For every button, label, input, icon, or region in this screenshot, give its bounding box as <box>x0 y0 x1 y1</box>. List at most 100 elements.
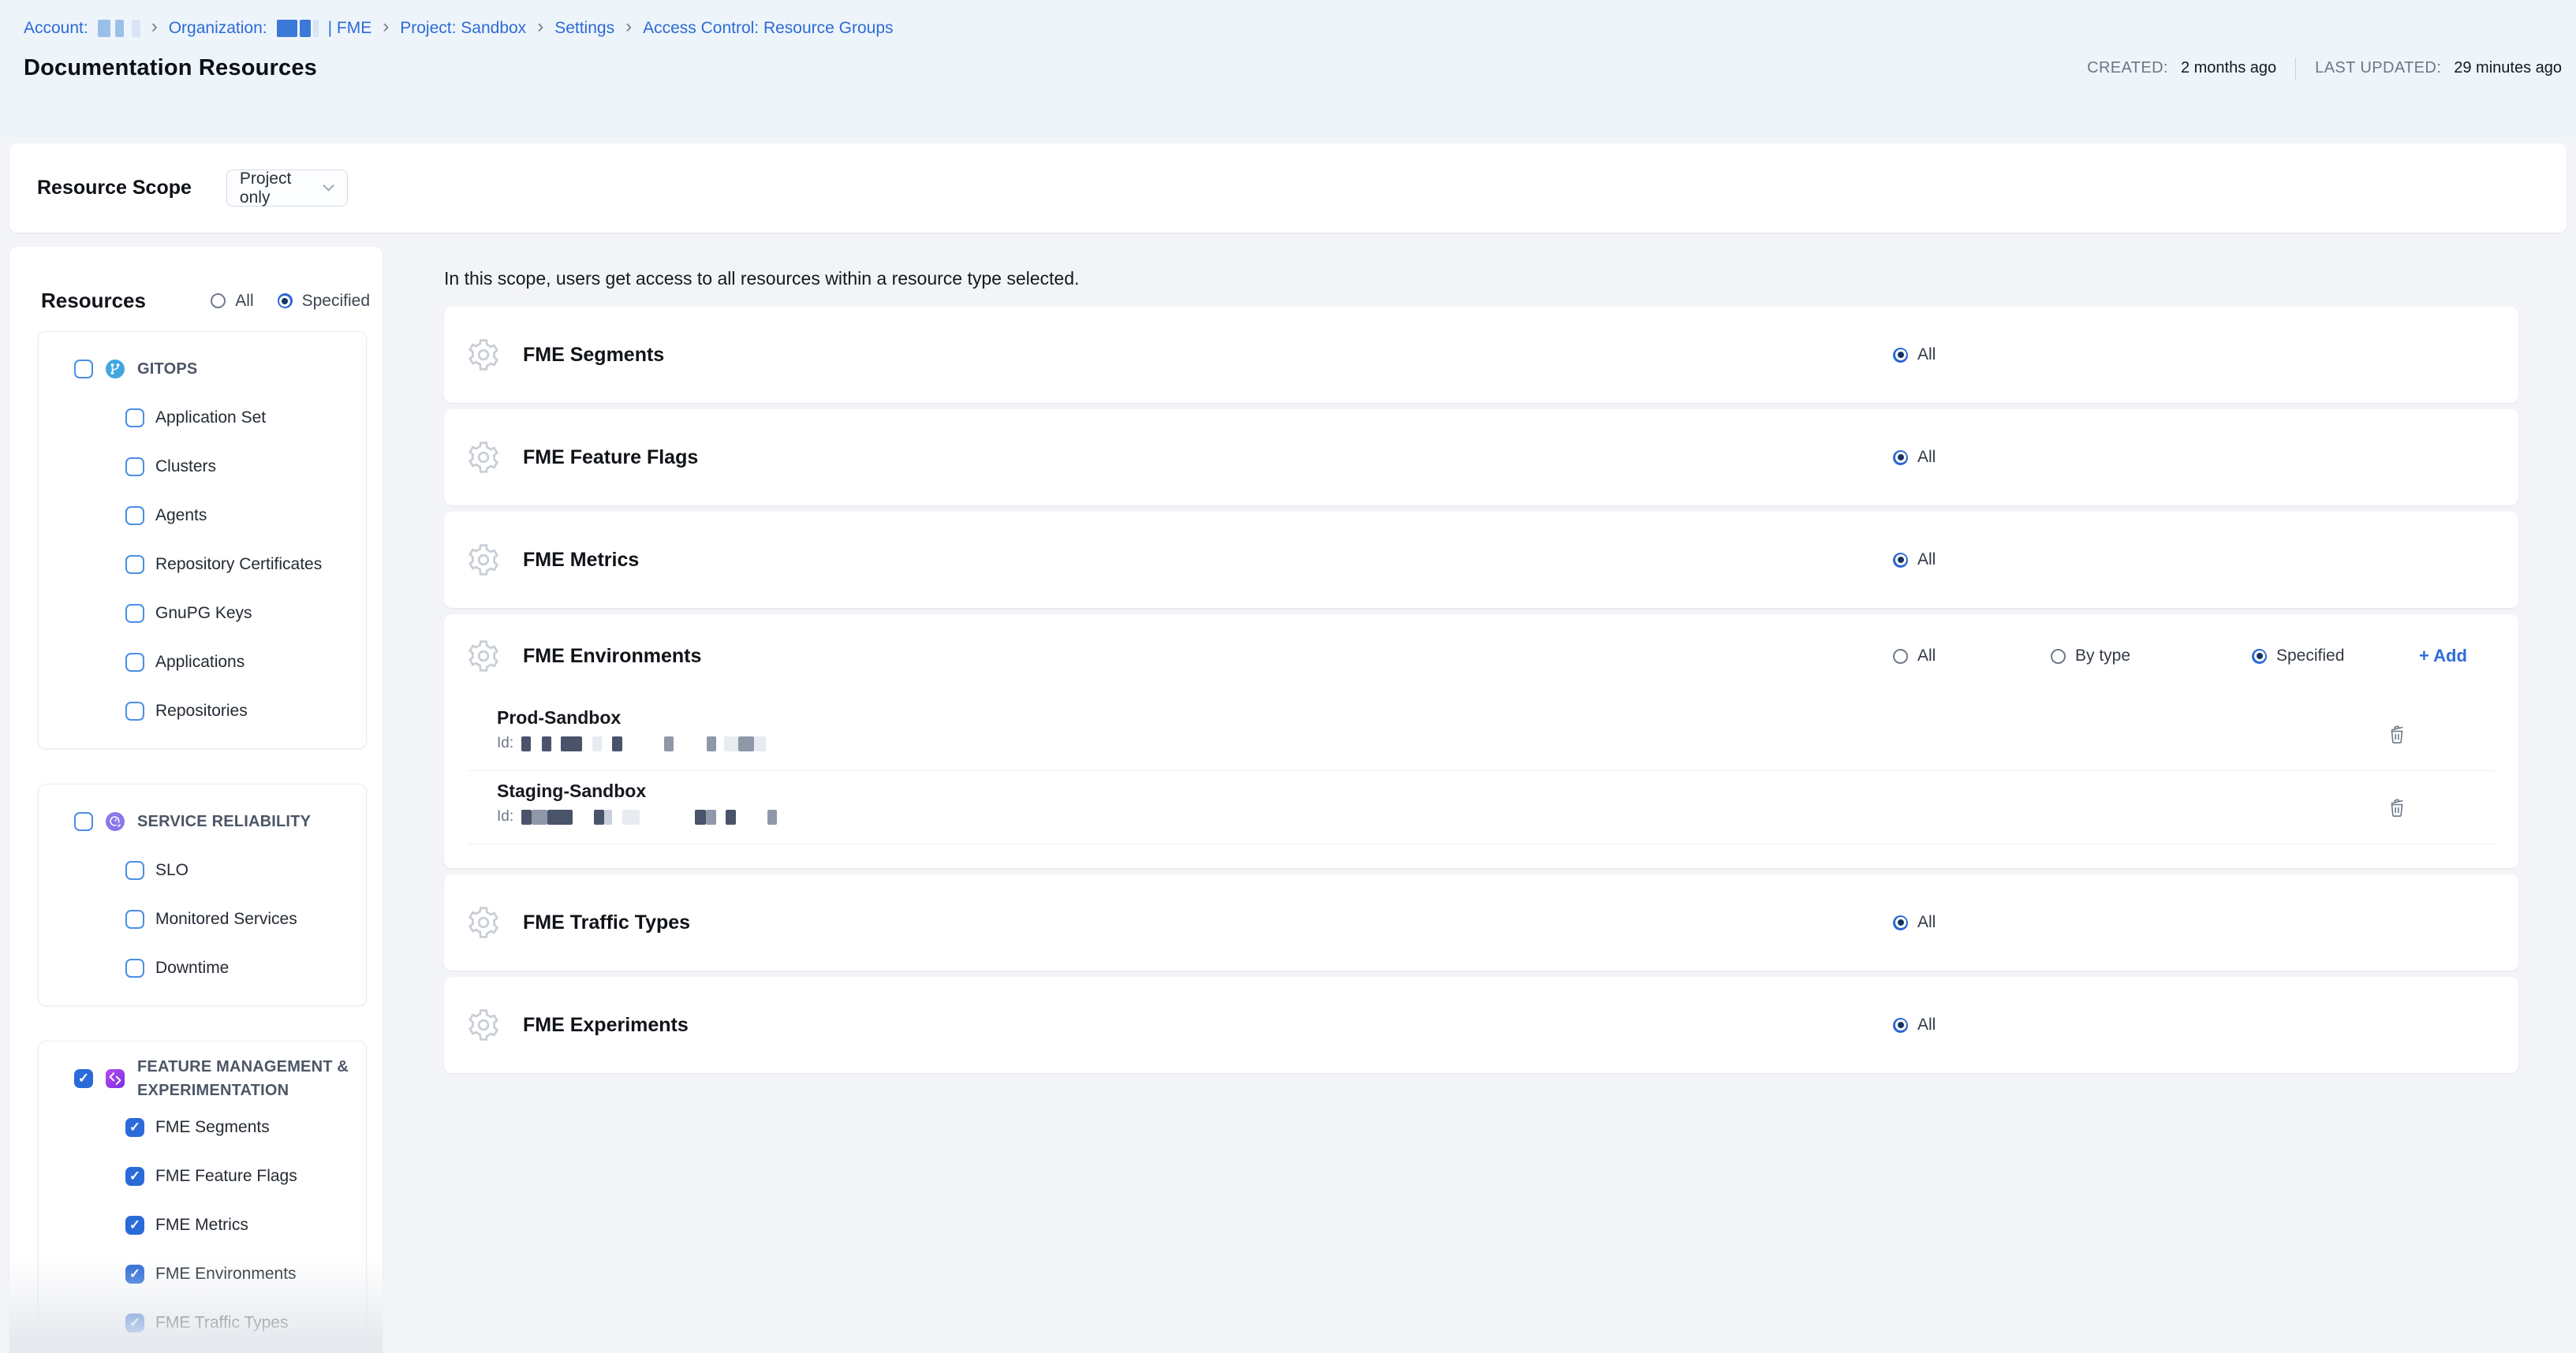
radio-option-all[interactable]: All <box>1893 647 2051 665</box>
sidebar-item-clusters[interactable]: Clusters <box>47 442 358 491</box>
radio-option-all[interactable]: All <box>1893 913 2051 932</box>
item-checkbox[interactable]: ✓ <box>125 1216 144 1235</box>
gear-icon <box>466 337 501 372</box>
item-checkbox[interactable] <box>125 959 144 978</box>
breadcrumb-link-settings[interactable]: Settings <box>554 19 614 38</box>
item-label: Downtime <box>155 959 229 978</box>
radio-option-all[interactable]: All <box>1893 345 2051 364</box>
radio-option-all[interactable]: All <box>211 292 253 311</box>
card-title: FME Metrics <box>523 549 639 572</box>
card-options: All <box>1893 307 2051 403</box>
delete-environment-button[interactable] <box>2387 724 2406 745</box>
dropdown-value: Project only <box>240 170 323 207</box>
radio-icon[interactable] <box>1893 649 1908 664</box>
trash-icon <box>2387 797 2406 818</box>
sidebar-item-applications[interactable]: Applications <box>47 638 358 687</box>
card-fme-feature-flags: FME Feature Flags All <box>444 409 2518 505</box>
resource-group-header[interactable]: GITOPS <box>47 345 358 393</box>
breadcrumb-link-organization[interactable]: Organization: <box>169 19 267 38</box>
breadcrumb-link-fme[interactable]: | FME <box>328 19 372 38</box>
sidebar-item-application-set[interactable]: Application Set <box>47 393 358 442</box>
radio-label: All <box>235 292 253 311</box>
sidebar-item-monitored-services[interactable]: Monitored Services <box>47 895 358 944</box>
add-environment-link[interactable]: + Add <box>2419 646 2467 666</box>
item-label: Applications <box>155 653 245 672</box>
radio-icon[interactable] <box>1893 348 1908 363</box>
resources-panel: Resources All Specified GITOPS Applicati… <box>9 247 383 1353</box>
sidebar-item-fme-environments[interactable]: ✓ FME Environments <box>47 1250 358 1299</box>
radio-icon[interactable] <box>278 293 293 308</box>
environment-id-label: Id: <box>497 808 513 826</box>
radio-option-by-type[interactable]: By type <box>2051 647 2252 665</box>
card-fme-segments: FME Segments All <box>444 307 2518 403</box>
item-label: Clusters <box>155 457 216 476</box>
radio-icon[interactable] <box>211 293 226 308</box>
created-value: 2 months ago <box>2181 59 2276 77</box>
item-checkbox[interactable] <box>125 702 144 721</box>
radio-option-all[interactable]: All <box>1893 550 2051 569</box>
radio-icon[interactable] <box>1893 915 1908 930</box>
meta-divider <box>2295 58 2296 80</box>
sidebar-item-agents[interactable]: Agents <box>47 491 358 540</box>
group-checkbox[interactable] <box>74 360 93 378</box>
resource-group-header[interactable]: ✓ FEATURE MANAGEMENT & EXPERIMENTATION <box>47 1054 358 1103</box>
page-title: Documentation Resources <box>24 55 317 81</box>
group-checkbox[interactable] <box>74 812 93 831</box>
sidebar-item-repositories[interactable]: Repositories <box>47 687 358 736</box>
resource-scope-dropdown[interactable]: Project only <box>226 170 348 207</box>
item-checkbox[interactable]: ✓ <box>125 1118 144 1137</box>
scope-description: In this scope, users get access to all r… <box>444 268 2518 289</box>
card-options: All <box>1893 512 2051 608</box>
radio-icon[interactable] <box>1893 450 1908 465</box>
redacted-prod_id <box>521 736 766 751</box>
radio-label: All <box>1917 550 1936 569</box>
breadcrumb: Account: › Organization: | FME › Project: San… <box>0 0 2576 44</box>
group-checkbox[interactable]: ✓ <box>74 1069 93 1088</box>
item-checkbox[interactable]: ✓ <box>125 1265 144 1284</box>
item-checkbox[interactable] <box>125 604 144 623</box>
resource-group-header[interactable]: SERVICE RELIABILITY <box>47 797 358 846</box>
sidebar-item-fme-traffic-types[interactable]: ✓ FME Traffic Types <box>47 1299 358 1347</box>
delete-environment-button[interactable] <box>2387 797 2406 818</box>
sidebar-item-fme-feature-flags[interactable]: ✓ FME Feature Flags <box>47 1152 358 1201</box>
item-checkbox[interactable] <box>125 555 144 574</box>
resource-scope-label: Resource Scope <box>37 177 192 199</box>
item-checkbox[interactable] <box>125 506 144 525</box>
sidebar-item-fme-segments[interactable]: ✓ FME Segments <box>47 1103 358 1152</box>
radio-icon[interactable] <box>2252 649 2267 664</box>
item-checkbox[interactable]: ✓ <box>125 1314 144 1332</box>
sidebar-item-slo[interactable]: SLO <box>47 846 358 895</box>
environment-name: Prod-Sandbox <box>497 707 2495 729</box>
breadcrumb-link-project-sandbox[interactable]: Project: Sandbox <box>400 19 526 38</box>
group-label: SERVICE RELIABILITY <box>137 810 358 833</box>
radio-option-all[interactable]: All <box>1893 448 2051 467</box>
breadcrumb-link-access-control-resource-groups[interactable]: Access Control: Resource Groups <box>643 19 893 38</box>
chevron-down-icon <box>323 184 334 192</box>
item-checkbox[interactable]: ✓ <box>125 1167 144 1186</box>
radio-icon[interactable] <box>2051 649 2066 664</box>
item-checkbox[interactable] <box>125 408 144 427</box>
breadcrumb-link-account[interactable]: Account: <box>24 19 88 38</box>
item-checkbox[interactable] <box>125 910 144 929</box>
item-label: FME Feature Flags <box>155 1167 297 1186</box>
item-checkbox[interactable] <box>125 457 144 476</box>
radio-option-specified[interactable]: Specified <box>278 292 370 311</box>
sidebar-item-downtime[interactable]: Downtime <box>47 944 358 993</box>
sidebar-item-repository-certificates[interactable]: Repository Certificates <box>47 540 358 589</box>
card-title: FME Segments <box>523 344 664 367</box>
radio-label: All <box>1917 448 1936 467</box>
radio-icon[interactable] <box>1893 553 1908 568</box>
radio-option-all[interactable]: All <box>1893 1016 2051 1034</box>
item-checkbox[interactable] <box>125 861 144 880</box>
gear-icon <box>466 1008 501 1042</box>
resource-group-gitops: GITOPS Application Set Clusters Agents R… <box>38 331 367 749</box>
sidebar-item-fme-metrics[interactable]: ✓ FME Metrics <box>47 1201 358 1250</box>
sidebar-item-gnupg-keys[interactable]: GnuPG Keys <box>47 589 358 638</box>
radio-option-specified[interactable]: Specified <box>2252 647 2419 665</box>
resources-title: Resources <box>41 289 146 313</box>
fme-icon <box>106 1069 125 1088</box>
radio-icon[interactable] <box>1893 1018 1908 1033</box>
breadcrumb-separator: › <box>150 17 159 36</box>
item-checkbox[interactable] <box>125 653 144 672</box>
breadcrumb-separator: › <box>536 17 545 36</box>
